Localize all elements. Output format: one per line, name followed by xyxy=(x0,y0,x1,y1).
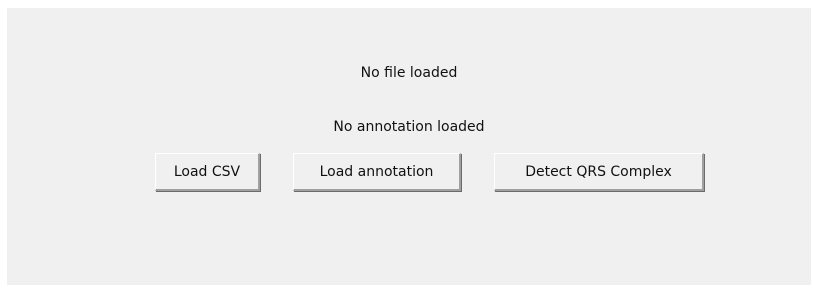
file-status-label: No file loaded xyxy=(360,65,458,81)
app-window: No file loaded No annotation loaded Load… xyxy=(7,8,811,285)
detect-qrs-complex-button[interactable]: Detect QRS Complex xyxy=(494,153,704,191)
annotation-status-label: No annotation loaded xyxy=(333,119,485,135)
load-csv-button[interactable]: Load CSV xyxy=(155,153,260,191)
load-annotation-button[interactable]: Load annotation xyxy=(293,153,461,191)
